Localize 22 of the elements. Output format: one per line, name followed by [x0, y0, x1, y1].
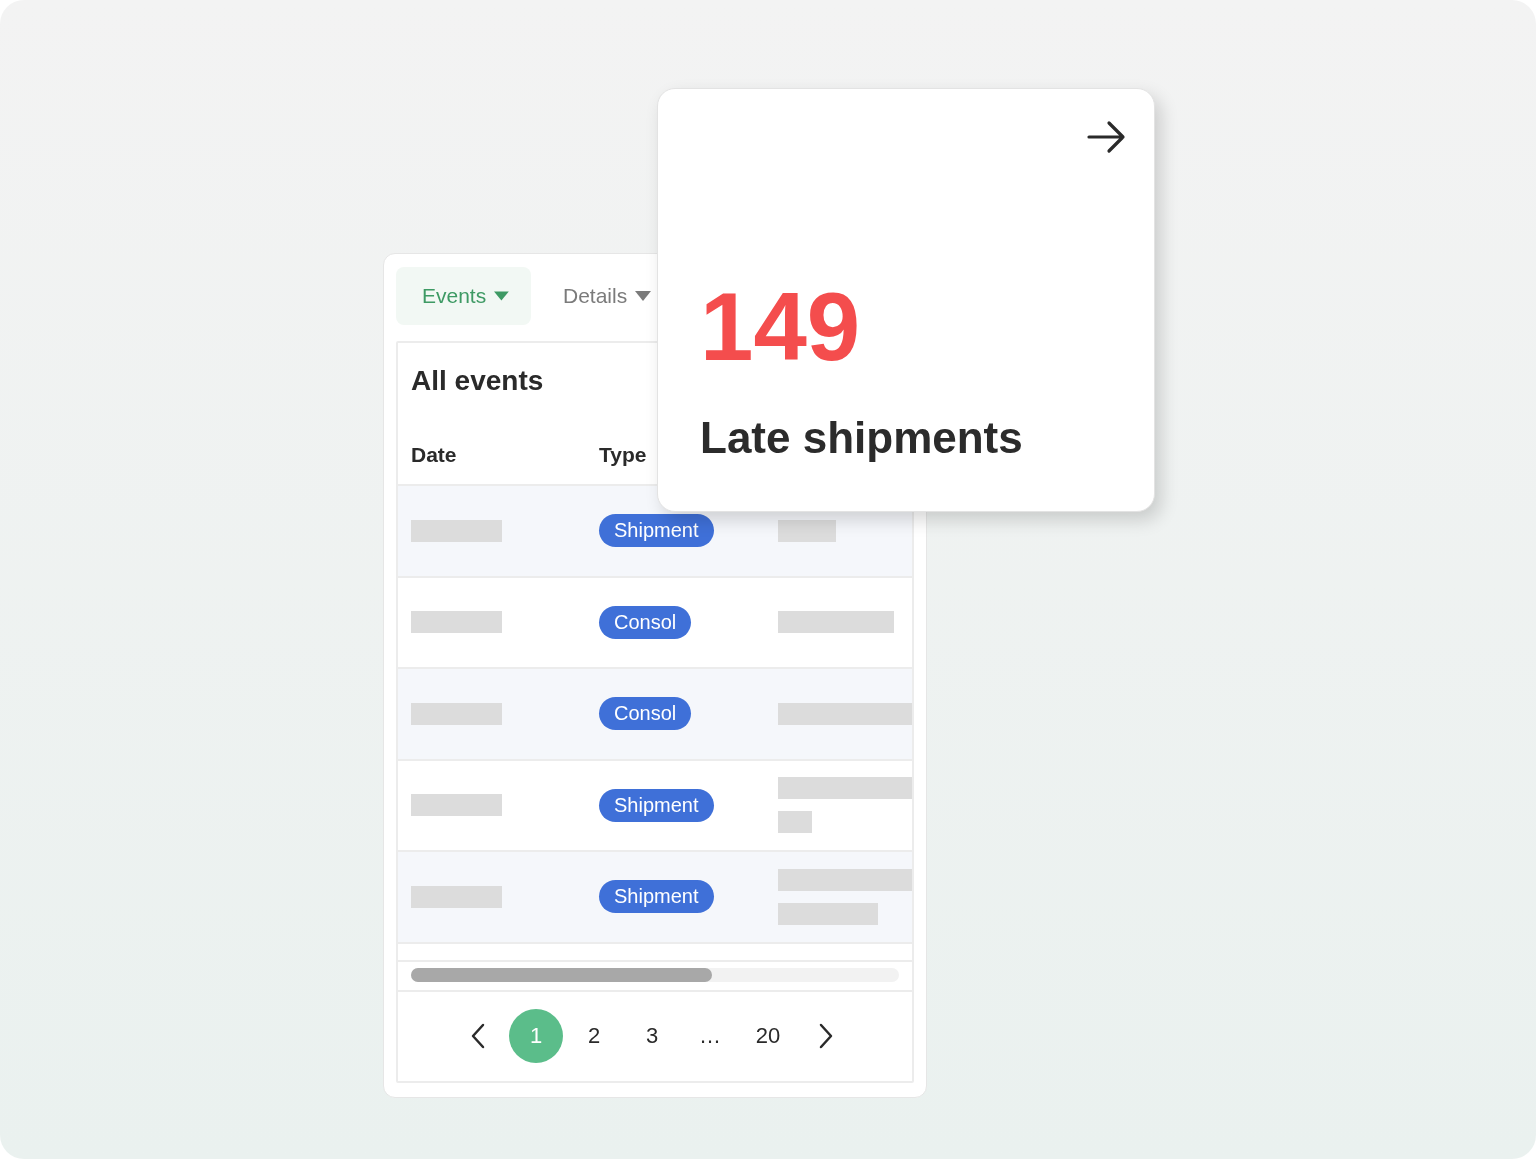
caret-icon	[494, 291, 509, 301]
type-tag: Consol	[599, 697, 692, 731]
type-tag: Shipment	[599, 788, 714, 822]
placeholder-bar	[778, 519, 836, 542]
page-button[interactable]: 2	[567, 1009, 621, 1064]
page-button[interactable]: 20	[741, 1009, 795, 1064]
column-header: Type	[599, 443, 647, 467]
stat-value: 149	[700, 279, 862, 375]
chevron-left-icon	[471, 1023, 485, 1050]
column-header: Date	[411, 443, 457, 467]
page-button[interactable]: …	[683, 1009, 737, 1064]
scrollbar[interactable]	[411, 967, 899, 982]
table-title: All events	[410, 364, 545, 398]
tab[interactable]: Details	[533, 267, 652, 325]
type-tag: Shipment	[599, 880, 714, 914]
type-tag: Shipment	[599, 514, 714, 548]
caret-icon	[635, 291, 652, 301]
page-button[interactable]: 3	[625, 1009, 679, 1064]
chevron-right-icon	[819, 1023, 833, 1050]
placeholder-bar	[778, 811, 812, 834]
type-tag: Consol	[599, 605, 692, 639]
stat-label: Late shipments	[700, 413, 1024, 463]
